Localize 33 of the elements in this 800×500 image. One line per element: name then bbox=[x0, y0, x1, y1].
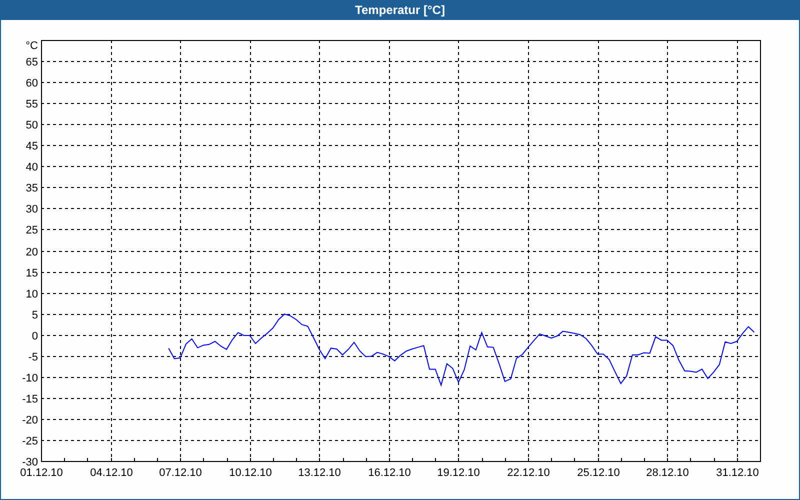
axis-tick-label: 20 bbox=[26, 246, 38, 258]
axis-tick-label: 13.12.10 bbox=[298, 467, 341, 479]
axis-tick-label: -5 bbox=[28, 352, 38, 364]
axis-tick-label: 19.12.10 bbox=[437, 467, 480, 479]
axis-tick-label: 28.12.10 bbox=[646, 467, 689, 479]
axis-tick-label: 10.12.10 bbox=[229, 467, 272, 479]
axis-tick-label: 25 bbox=[26, 224, 38, 236]
axis-tick-label: 25.12.10 bbox=[577, 467, 620, 479]
axis-tick-label: 60 bbox=[26, 78, 38, 90]
axis-tick-label: 55 bbox=[26, 98, 38, 110]
axis-tick-label: -30 bbox=[22, 456, 38, 468]
axis-tick-label: 15 bbox=[26, 268, 38, 280]
axis-tick-label: 31.12.10 bbox=[716, 467, 759, 479]
axis-tick-label: 35 bbox=[26, 182, 38, 194]
axis-tick-label: 45 bbox=[26, 140, 38, 152]
axis-tick-label: 0 bbox=[32, 330, 38, 342]
axis-unit-label: °C bbox=[26, 40, 38, 52]
axis-tick-label: 07.12.10 bbox=[159, 467, 202, 479]
axis-tick-label: 30 bbox=[26, 204, 38, 216]
axis-tick-label: -10 bbox=[22, 372, 38, 384]
axis-tick-label: 04.12.10 bbox=[90, 467, 133, 479]
axis-tick-label: -25 bbox=[22, 436, 38, 448]
axis-tick-label: 5 bbox=[32, 310, 38, 322]
axis-tick-label: 22.12.10 bbox=[507, 467, 550, 479]
axis-tick-label: -15 bbox=[22, 394, 38, 406]
axis-tick-label: 50 bbox=[26, 120, 38, 132]
axis-tick-label: 16.12.10 bbox=[368, 467, 411, 479]
axis-tick-label: -20 bbox=[22, 414, 38, 426]
axis-tick-label: 65 bbox=[26, 56, 38, 68]
axis-tick-label: 01.12.10 bbox=[20, 467, 63, 479]
axis-tick-label: 40 bbox=[26, 162, 38, 174]
window-title: Temperatur [°C] bbox=[355, 2, 445, 19]
axis-tick-label: 10 bbox=[26, 288, 38, 300]
